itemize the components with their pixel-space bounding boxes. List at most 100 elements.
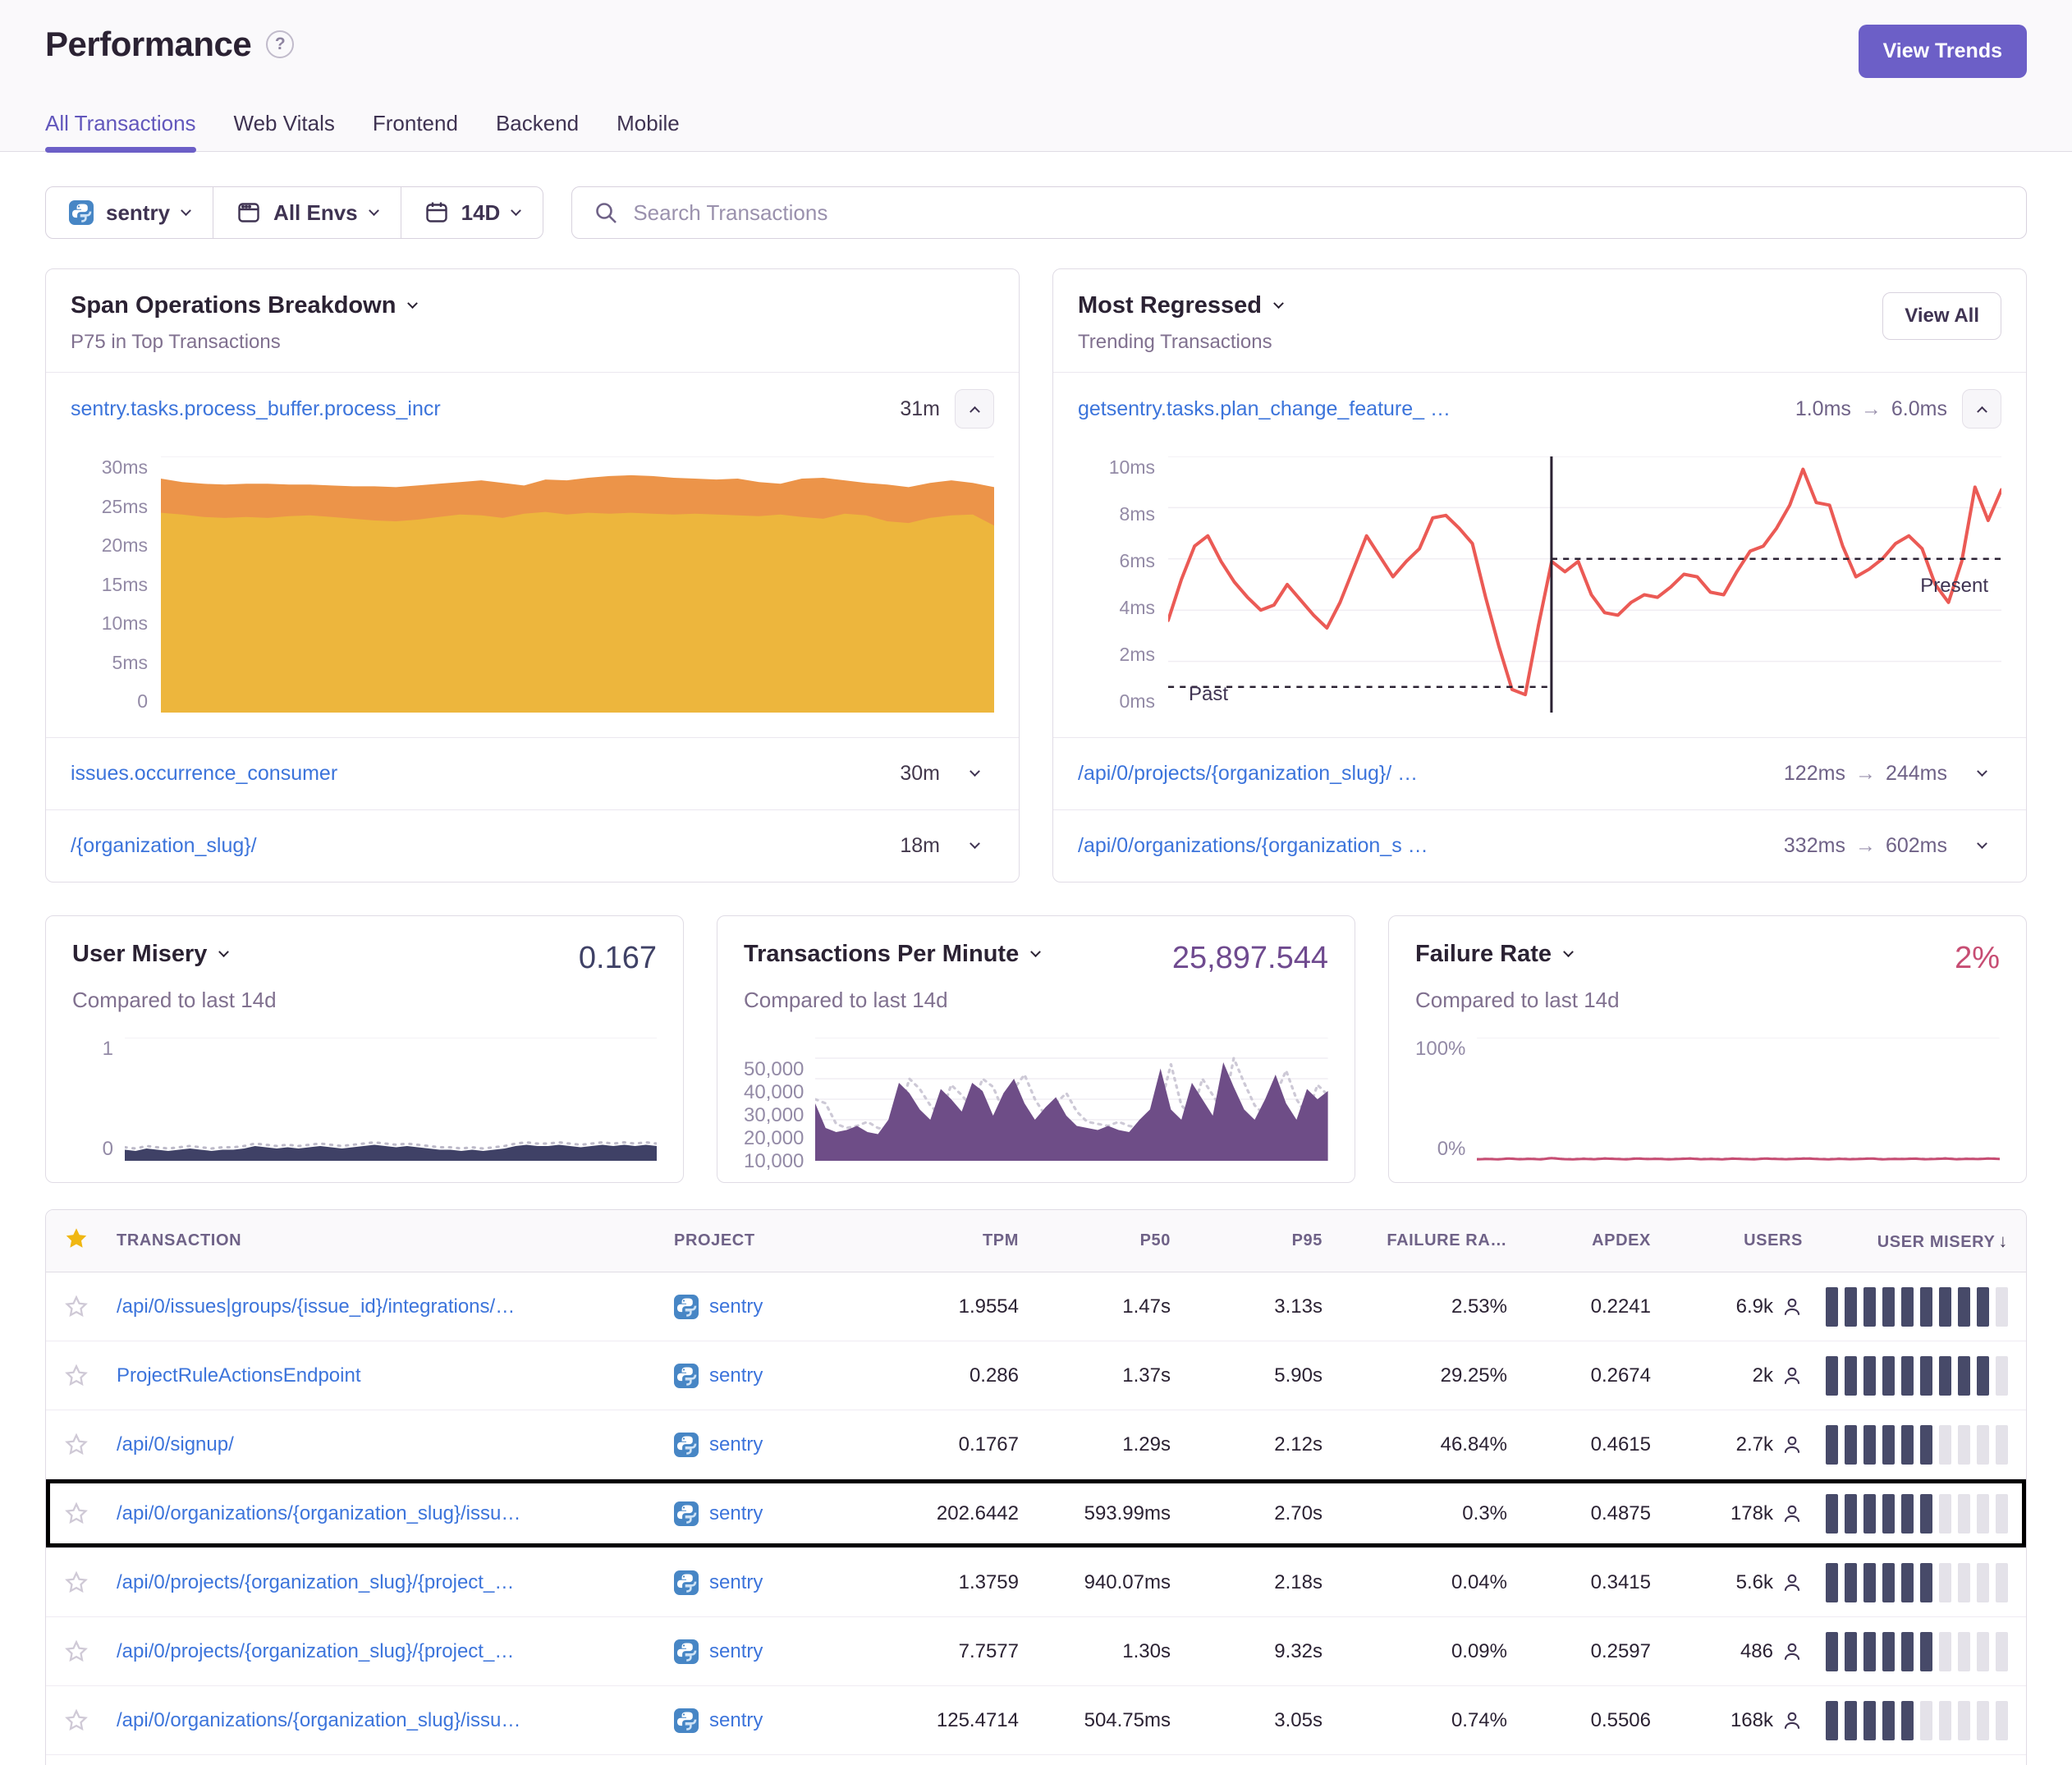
regressed-link[interactable]: /api/0/organizations/{organization_s …	[1078, 834, 1769, 858]
col-failure-rate[interactable]: FAILURE RA…	[1323, 1231, 1507, 1250]
apdex-value: 0.3415	[1507, 1571, 1651, 1594]
span-op-link[interactable]: /{organization_slug}/	[71, 834, 885, 858]
regressed-row-expanded: getsentry.tasks.plan_change_feature_ … 1…	[1053, 372, 2026, 445]
misery-bar	[1920, 1425, 1932, 1465]
chevron-down-icon	[1977, 766, 1987, 777]
tab-web-vitals[interactable]: Web Vitals	[234, 111, 335, 151]
project-link[interactable]: sentry	[674, 1295, 879, 1319]
user-misery-title[interactable]: User Misery	[72, 941, 227, 968]
view-all-button[interactable]: View All	[1882, 292, 2001, 340]
project-name: sentry	[709, 1433, 763, 1456]
span-operations-title[interactable]: Span Operations Breakdown	[71, 292, 416, 319]
tab-frontend[interactable]: Frontend	[373, 111, 458, 151]
project-link[interactable]: sentry	[674, 1639, 879, 1664]
tab-mobile[interactable]: Mobile	[617, 111, 680, 151]
transaction-link[interactable]: /api/0/issues|groups/{issue_id}/integrat…	[117, 1295, 674, 1318]
project-name: sentry	[709, 1640, 763, 1663]
project-link[interactable]: sentry	[674, 1501, 879, 1526]
favorite-star-button[interactable]	[64, 1433, 117, 1457]
misery-bar	[1863, 1701, 1876, 1740]
misery-bar	[1901, 1701, 1914, 1740]
expand-button[interactable]	[1962, 842, 2001, 850]
trend-line-chart[interactable]	[1168, 456, 2001, 713]
regressed-link[interactable]: getsentry.tasks.plan_change_feature_ …	[1078, 397, 1781, 421]
col-transaction[interactable]: TRANSACTION	[117, 1231, 674, 1250]
transaction-link[interactable]: /api/0/projects/{organization_slug}/{pro…	[117, 1571, 674, 1594]
date-range-selector[interactable]: 14D	[401, 187, 543, 238]
search-input[interactable]	[633, 200, 2005, 226]
transaction-link[interactable]: /api/0/organizations/{organization_slug}…	[117, 1709, 674, 1732]
misery-bar	[1939, 1356, 1951, 1396]
favorite-star-button[interactable]	[64, 1639, 117, 1664]
failure-rate-chart[interactable]	[1477, 1038, 2000, 1161]
col-apdex[interactable]: APDEX	[1507, 1231, 1651, 1250]
project-link[interactable]: sentry	[674, 1433, 879, 1457]
transaction-link[interactable]: /api/0/signup/	[117, 1433, 674, 1456]
expand-button[interactable]	[1962, 770, 2001, 777]
arrow-right-icon: →	[1855, 834, 1876, 858]
misery-bar	[1920, 1356, 1932, 1396]
project-link[interactable]: sentry	[674, 1570, 879, 1595]
col-p50[interactable]: P50	[1019, 1231, 1171, 1250]
chevron-down-icon	[970, 766, 980, 777]
user-misery-chart[interactable]	[125, 1038, 657, 1161]
favorite-star-button[interactable]	[64, 1295, 117, 1319]
project-selector[interactable]: sentry	[46, 187, 213, 238]
transaction-link[interactable]: /api/0/projects/{organization_slug}/{pro…	[117, 1640, 674, 1663]
star-outline-icon	[64, 1295, 89, 1319]
table-row[interactable]: ProjectRuleActionsEndpoint sentry 0.286 …	[46, 1341, 2026, 1410]
misery-bar	[1863, 1287, 1876, 1327]
expand-button[interactable]	[955, 770, 994, 777]
table-row[interactable]: /api/0/organizations/{organization_slug}…	[46, 1479, 2026, 1548]
col-users[interactable]: USERS	[1651, 1231, 1803, 1250]
tab-all-transactions[interactable]: All Transactions	[45, 111, 196, 151]
misery-bar	[1939, 1287, 1951, 1327]
table-row[interactable]	[46, 1755, 2026, 1765]
user-icon	[1781, 1710, 1803, 1731]
favorite-star-button[interactable]	[64, 1364, 117, 1388]
project-link[interactable]: sentry	[674, 1364, 879, 1388]
table-row[interactable]: /api/0/issues|groups/{issue_id}/integrat…	[46, 1272, 2026, 1341]
favorite-star-button[interactable]	[64, 1570, 117, 1595]
collapse-button[interactable]	[955, 389, 994, 429]
tab-backend[interactable]: Backend	[496, 111, 579, 151]
col-project[interactable]: PROJECT	[674, 1231, 879, 1250]
project-link[interactable]: sentry	[674, 1708, 879, 1733]
col-tpm[interactable]: TPM	[879, 1231, 1019, 1250]
misery-bar	[1996, 1494, 2008, 1533]
col-p95[interactable]: P95	[1171, 1231, 1323, 1250]
collapse-button[interactable]	[1962, 389, 2001, 429]
user-icon	[1781, 1434, 1803, 1456]
most-regressed-title[interactable]: Most Regressed	[1078, 292, 1282, 319]
span-op-link[interactable]: sentry.tasks.process_buffer.process_incr	[71, 397, 885, 421]
favorite-star-button[interactable]	[64, 1501, 117, 1526]
tpm-value: 7.7577	[879, 1640, 1019, 1663]
table-row[interactable]: /api/0/signup/ sentry 0.1767 1.29s 2.12s…	[46, 1410, 2026, 1479]
expand-button[interactable]	[955, 842, 994, 850]
transaction-link[interactable]: /api/0/organizations/{organization_slug}…	[117, 1502, 674, 1525]
col-user-misery[interactable]: USER MISERY↓	[1803, 1231, 2008, 1252]
tpm-chart[interactable]	[815, 1038, 1328, 1161]
stacked-area-chart[interactable]	[161, 456, 994, 713]
user-icon	[1781, 1503, 1803, 1524]
help-icon[interactable]	[266, 30, 294, 58]
misery-bar	[1845, 1494, 1857, 1533]
tpm-title[interactable]: Transactions Per Minute	[744, 941, 1039, 968]
transaction-link[interactable]: ProjectRuleActionsEndpoint	[117, 1364, 674, 1387]
star-header-icon[interactable]	[64, 1226, 117, 1256]
misery-bar	[1977, 1632, 1989, 1671]
environment-selector[interactable]: All Envs	[213, 187, 401, 238]
table-row[interactable]: /api/0/organizations/{organization_slug}…	[46, 1686, 2026, 1755]
table-row[interactable]: /api/0/projects/{organization_slug}/{pro…	[46, 1617, 2026, 1686]
misery-bar	[1863, 1356, 1876, 1396]
span-op-link[interactable]: issues.occurrence_consumer	[71, 762, 885, 786]
failure-rate-title[interactable]: Failure Rate	[1415, 941, 1572, 968]
misery-bar	[1845, 1563, 1857, 1602]
regressed-link[interactable]: /api/0/projects/{organization_slug}/ …	[1078, 762, 1769, 786]
user-misery-card: User Misery 0.167 Compared to last 14d 1…	[45, 915, 684, 1183]
misery-bar	[1882, 1701, 1895, 1740]
favorite-star-button[interactable]	[64, 1708, 117, 1733]
view-trends-button[interactable]: View Trends	[1859, 25, 2027, 78]
search-bar[interactable]	[571, 186, 2027, 239]
table-row[interactable]: /api/0/projects/{organization_slug}/{pro…	[46, 1548, 2026, 1617]
